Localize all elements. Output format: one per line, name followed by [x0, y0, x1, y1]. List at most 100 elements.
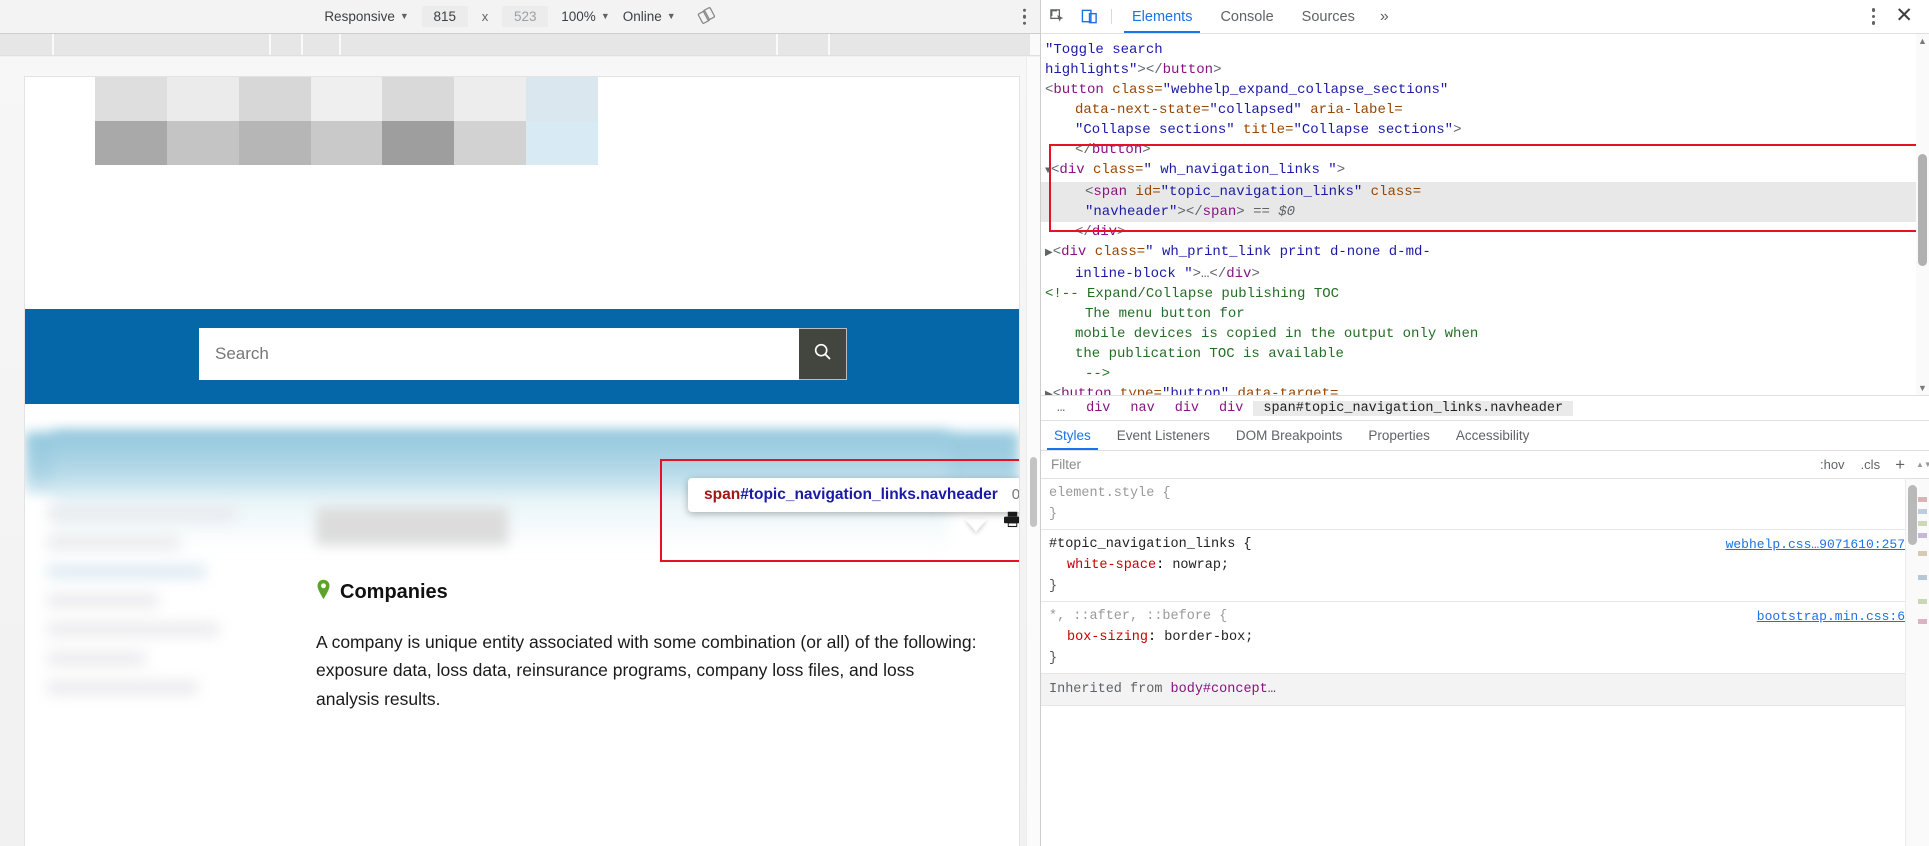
chevron-down-icon: ▼	[399, 11, 409, 21]
styles-tab-properties[interactable]: Properties	[1355, 421, 1443, 450]
styles-tab-styles[interactable]: Styles	[1041, 421, 1104, 450]
inspect-element-icon[interactable]	[1041, 0, 1073, 33]
viewport-height-input[interactable]: 523	[502, 6, 549, 27]
expand-triangle-closed-icon[interactable]: ▶	[1045, 248, 1053, 259]
more-tabs-icon[interactable]: »	[1369, 0, 1400, 33]
search-submit-button[interactable]	[799, 328, 847, 380]
zoom-selector[interactable]: 100% ▼	[561, 9, 609, 24]
tab-elements[interactable]: Elements	[1118, 0, 1206, 33]
css-source-link[interactable]: bootstrap.min.css:6	[1757, 606, 1905, 627]
dom-tree-line[interactable]: highlights"></button>	[1041, 60, 1929, 80]
dom-tree-line[interactable]: "Collapse sections" title="Collapse sect…	[1041, 120, 1929, 140]
dom-scrollbar-track[interactable]: ▲ ▼	[1916, 34, 1929, 395]
dom-token: class=	[1093, 162, 1144, 178]
dom-tree-line[interactable]: <button class="webhelp_expand_collapse_s…	[1041, 80, 1929, 100]
css-property[interactable]: box-sizing	[1049, 630, 1148, 645]
dom-token: "Collapse sections"	[1075, 122, 1235, 138]
rotate-device-icon[interactable]	[697, 6, 716, 28]
dimension-separator: x	[481, 9, 489, 24]
search-icon	[812, 341, 833, 367]
dom-token: data-next-state=	[1075, 102, 1210, 118]
styles-rules-pane[interactable]: element.style {} #topic_navigation_links …	[1041, 479, 1929, 846]
device-toolbar-more-options-icon[interactable]	[1022, 8, 1026, 25]
hover-state-button[interactable]: :hov	[1816, 457, 1849, 472]
styles-tab-event-listeners[interactable]: Event Listeners	[1104, 421, 1223, 450]
dom-tree-line[interactable]: "navheader"></span> == $0	[1041, 202, 1929, 222]
dom-token: </	[1075, 142, 1092, 158]
dom-token: >	[1213, 62, 1222, 78]
dom-token: highlights"	[1045, 62, 1138, 78]
dom-tree-line[interactable]: <!-- Expand/Collapse publishing TOC	[1041, 284, 1929, 304]
scroll-down-icon[interactable]: ▼	[1918, 383, 1927, 393]
dom-tree-line[interactable]: The menu button for	[1041, 304, 1929, 324]
dom-tree-line[interactable]: ▼<div class=" wh_navigation_links ">	[1041, 160, 1929, 182]
dom-breadcrumb[interactable]: … div nav div div span#topic_navigation_links…	[1041, 395, 1929, 421]
dom-token: class=	[1112, 82, 1163, 98]
css-value[interactable]: nowrap;	[1172, 558, 1229, 573]
viewport-ruler[interactable]	[0, 34, 1040, 56]
inherited-selector: body#concept…	[1170, 682, 1276, 697]
masthead-placeholder-image	[95, 77, 598, 165]
css-source-link[interactable]: webhelp.css…9071610:257	[1726, 534, 1905, 555]
css-declaration[interactable]: white-space: nowrap;	[1049, 555, 1919, 576]
devtools-panel: Elements Console Sources » ✕ "Toggle sea…	[1040, 0, 1929, 846]
tooltip-tag-name: span	[704, 486, 741, 503]
styles-sidebar-toggle-icon[interactable]: ▲▼	[1916, 460, 1929, 469]
css-declaration[interactable]: box-sizing: border-box;	[1049, 627, 1919, 648]
device-toolbar: Responsive ▼ 815 x 523 100% ▼ Online ▼	[0, 0, 1040, 34]
breadcrumb-item-1[interactable]: div	[1076, 401, 1120, 416]
tab-elements-label: Elements	[1132, 8, 1193, 25]
device-toolbar-icon[interactable]	[1073, 0, 1105, 33]
throttling-selector[interactable]: Online ▼	[623, 9, 676, 24]
styles-scrollbar-track[interactable]	[1905, 479, 1929, 846]
dom-tree-code[interactable]: "Toggle search highlights" > </button> <butt…	[1041, 34, 1929, 395]
dom-tree-line[interactable]: mobile devices is copied in the output o…	[1041, 324, 1929, 344]
breadcrumb-item-5[interactable]: span#topic_navigation_links.navheader	[1253, 400, 1574, 416]
breadcrumb-item-2[interactable]: nav	[1120, 401, 1164, 416]
class-toggle-button[interactable]: .cls	[1857, 457, 1885, 472]
styles-filter-input[interactable]	[1049, 456, 1808, 473]
css-property[interactable]: white-space	[1049, 558, 1156, 573]
breadcrumb-item-3[interactable]: div	[1165, 401, 1209, 416]
tab-sources[interactable]: Sources	[1288, 0, 1369, 33]
css-value[interactable]: border-box;	[1164, 630, 1253, 645]
styles-scrollbar-thumb[interactable]	[1908, 485, 1917, 545]
css-rules-list: element.style {} #topic_navigation_links …	[1041, 479, 1929, 674]
tab-console[interactable]: Console	[1206, 0, 1287, 33]
styles-tab-accessibility[interactable]: Accessibility	[1443, 421, 1543, 450]
css-rule[interactable]: element.style {}	[1041, 479, 1929, 530]
expand-triangle-closed-icon[interactable]: ▶	[1045, 390, 1053, 395]
breadcrumb-item-0[interactable]: …	[1047, 401, 1076, 416]
dom-tree-pane[interactable]: "Toggle search highlights" > </button> <butt…	[1041, 34, 1929, 395]
page-scrollbar-track[interactable]	[1026, 57, 1040, 846]
dom-tree-line[interactable]: data-next-state="collapsed" aria-label=	[1041, 100, 1929, 120]
breadcrumb-item-4[interactable]: div	[1209, 401, 1253, 416]
dom-tree-line[interactable]: inline-block ">…</div>	[1041, 264, 1929, 284]
dom-tree-line[interactable]: ▶<button type="button" data-target=	[1041, 384, 1929, 395]
css-selector[interactable]: element.style {	[1049, 483, 1919, 504]
dom-tree-line[interactable]: …<span id="topic_navigation_links" class…	[1041, 182, 1929, 202]
styles-tab-dom-breakpoints[interactable]: DOM Breakpoints	[1223, 421, 1356, 450]
dom-tree-line[interactable]: "Toggle search	[1041, 40, 1929, 60]
devtools-more-tools-icon[interactable]	[1862, 8, 1886, 25]
printer-icon[interactable]	[1003, 511, 1019, 533]
page-scrollbar-thumb[interactable]	[1030, 457, 1037, 527]
tooltip-dimensions: 0 × 0	[1011, 486, 1019, 503]
viewport-width-input[interactable]: 815	[421, 6, 468, 27]
css-rule[interactable]: #topic_navigation_links {white-space: no…	[1041, 530, 1929, 602]
dom-tree-line[interactable]: </div>	[1041, 222, 1929, 242]
dom-token: button	[1061, 386, 1120, 395]
device-selector[interactable]: Responsive ▼	[324, 9, 408, 24]
close-devtools-icon[interactable]: ✕	[1889, 5, 1919, 29]
dom-tree-line[interactable]: the publication TOC is available	[1041, 344, 1929, 364]
dom-tree-line[interactable]: -->	[1041, 364, 1929, 384]
scroll-up-icon[interactable]: ▲	[1918, 36, 1927, 46]
dom-tree-line[interactable]: </button>	[1041, 140, 1929, 160]
css-rule[interactable]: *, ::after, ::before {box-sizing: border…	[1041, 602, 1929, 674]
new-style-rule-button[interactable]: +	[1892, 455, 1908, 475]
element-inspect-tooltip: span#topic_navigation_links.navheader 0 …	[688, 478, 1019, 512]
dom-tree-line[interactable]: ▶<div class=" wh_print_link print d-none…	[1041, 242, 1929, 264]
dom-token: $0	[1278, 204, 1296, 220]
dom-scrollbar-thumb[interactable]	[1918, 154, 1927, 266]
search-input[interactable]	[199, 328, 799, 380]
